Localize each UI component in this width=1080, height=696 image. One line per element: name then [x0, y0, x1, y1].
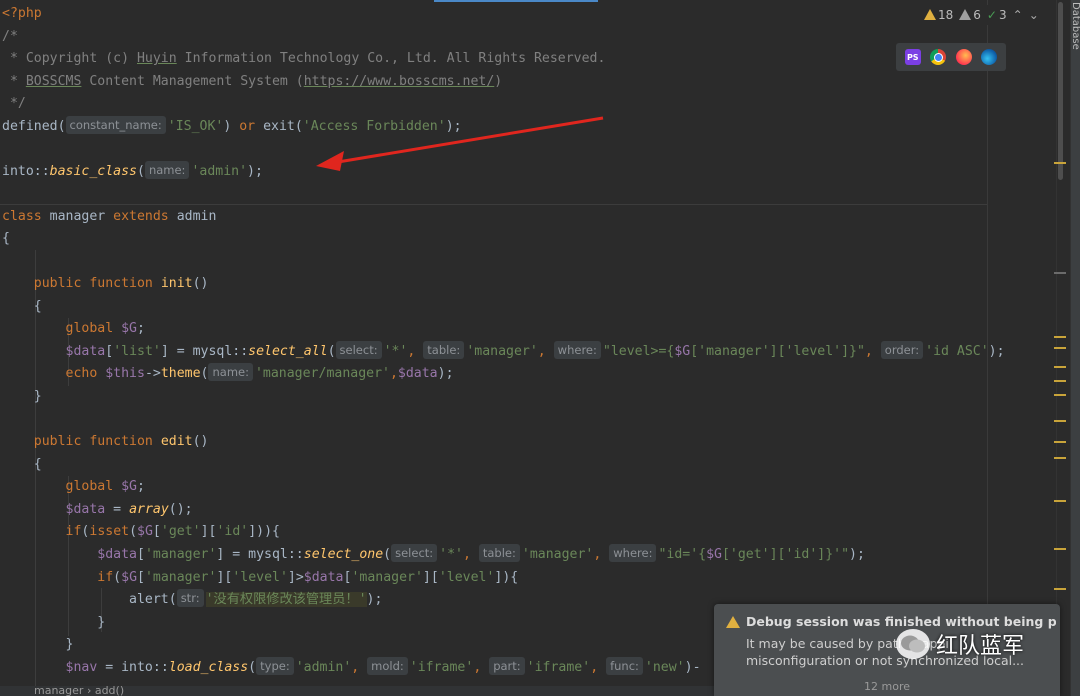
breadcrumb[interactable]: manager › add()	[0, 686, 748, 696]
warning-marker[interactable]	[1054, 347, 1066, 349]
right-margin-guide	[987, 0, 988, 696]
warning-marker[interactable]	[1054, 588, 1066, 590]
arrow-shaft	[337, 116, 604, 164]
check-icon: ✓	[986, 8, 997, 22]
warning-marker[interactable]	[1054, 500, 1066, 502]
right-tool-sidebar	[1070, 0, 1080, 696]
watermark: 红队蓝军	[896, 624, 1024, 664]
browser-launch-toolbar: PS	[896, 43, 1006, 71]
firefox-icon[interactable]	[955, 49, 972, 65]
wechat-icon	[896, 629, 930, 659]
warning-icon	[726, 616, 740, 628]
warning-marker[interactable]	[1054, 441, 1066, 443]
edge-icon[interactable]	[981, 49, 998, 65]
warning-marker[interactable]	[1054, 457, 1066, 459]
warning-marker[interactable]	[1054, 336, 1066, 338]
warning-marker[interactable]	[1054, 548, 1066, 550]
red-annotation-arrow	[316, 116, 604, 171]
more-notifications-link[interactable]: 12 more	[714, 680, 1060, 693]
code-editor[interactable]: <?php /* * Copyright (c) Huyin Informati…	[0, 0, 1056, 696]
warning-marker[interactable]	[1054, 162, 1066, 164]
watermark-text: 红队蓝军	[936, 634, 1025, 659]
arrow-head	[316, 151, 344, 171]
chevron-down-icon[interactable]: ⌄	[1029, 8, 1039, 22]
warning-marker[interactable]	[1054, 420, 1066, 422]
weak-warnings-count[interactable]: 6	[959, 8, 981, 22]
warnings-count[interactable]: 18	[924, 8, 953, 22]
chevron-up-icon[interactable]: ⌃	[1013, 8, 1023, 22]
inspection-widget[interactable]: 18 6 ✓ 3 ⌃ ⌄	[920, 5, 1043, 25]
weak-warning-icon	[959, 9, 972, 20]
ok-count[interactable]: ✓ 3	[987, 8, 1007, 22]
warning-marker[interactable]	[1054, 394, 1066, 396]
scrollbar-thumb[interactable]	[1058, 2, 1063, 180]
chrome-icon[interactable]	[930, 49, 947, 65]
phpstorm-icon[interactable]: PS	[904, 49, 921, 65]
database-tool-tab[interactable]: Database	[1069, 2, 1080, 50]
warning-icon	[924, 9, 936, 20]
warning-marker[interactable]	[1054, 366, 1066, 368]
warning-marker[interactable]	[1054, 380, 1066, 382]
marker[interactable]	[1054, 272, 1066, 274]
